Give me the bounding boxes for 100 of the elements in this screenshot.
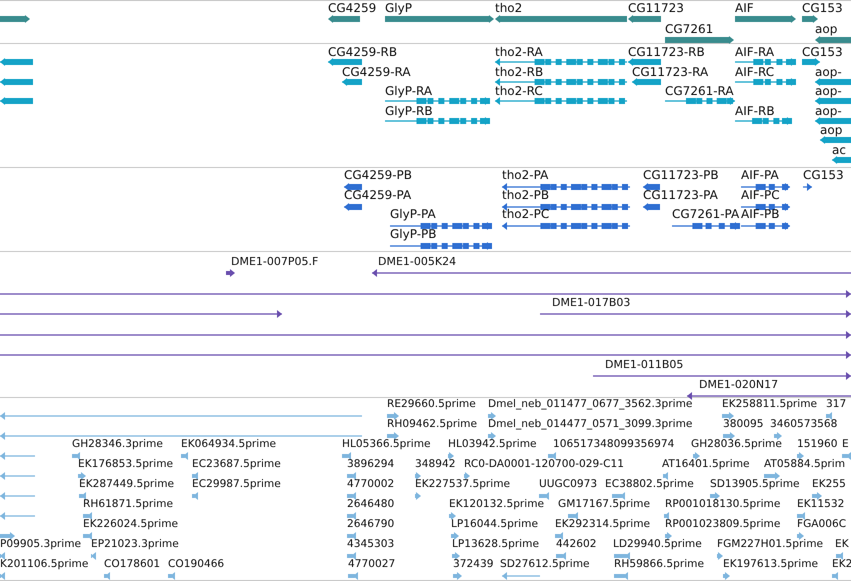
transcript-label: aop [820, 124, 842, 136]
est-label: GH28346.3prime [72, 439, 163, 450]
transcript-label: CG7261-RA [665, 85, 734, 98]
transcript-label: AIF-RA [735, 46, 774, 58]
est-label: EK176853.5prime [78, 459, 174, 470]
est-label: K201106.5prime [0, 559, 88, 570]
est-label: AT16401.5prime [662, 459, 750, 470]
protein-label: tho2-PB [502, 188, 550, 201]
est-label: E [842, 439, 849, 450]
est-label: EK292314.5prime [555, 519, 650, 530]
est-label: 442602 [556, 539, 596, 550]
est-label: EK11532 [797, 499, 844, 510]
est-label: LD29940.5prime [613, 539, 702, 550]
est-label: SD27612.5prime [500, 559, 590, 570]
est-label: AT05884.5prim [764, 459, 846, 470]
est-label: 380095 [723, 419, 764, 430]
transcript-label: AIF-RC [735, 66, 774, 78]
est-label: EK258811.5prime [722, 399, 818, 410]
est-label: EP21023.3prime [91, 539, 179, 550]
gene-label: CG4259 [328, 2, 376, 14]
est-label: EK287449.5prime [79, 479, 174, 490]
clone-label: DME1-011B05 [605, 358, 684, 370]
est-label: 3896294 [347, 459, 394, 470]
protein-label: AIF-PA [741, 169, 779, 181]
transcript-label: aop- [815, 66, 842, 78]
est-label: SD13905.5prime [710, 479, 800, 490]
est-label: 4770027 [348, 559, 396, 570]
est-label: RH61871.5prime [83, 499, 173, 510]
clone-label: DME1-017B03 [552, 297, 630, 308]
protein-label: GlyP-PA [390, 208, 436, 220]
est-label: P09905.3prime [0, 539, 82, 550]
est-label: EK [835, 539, 849, 550]
protein-label: CG7261-PA [672, 208, 740, 220]
protein-label: AIF-PB [741, 208, 780, 220]
est-label: CO190466 [168, 559, 224, 570]
gene-label: CG11723 [628, 2, 684, 14]
est-label: EK2 [832, 559, 851, 570]
est-label: 2646790 [347, 519, 394, 530]
gene-label: AIF [735, 2, 754, 14]
transcript-label: ac [832, 144, 846, 156]
protein-label: tho2-PC [502, 208, 550, 220]
est-label: RP001018130.5prime [665, 499, 780, 510]
est-label: RE29660.5prime [387, 399, 476, 410]
gene-label: GlyP [385, 2, 412, 14]
protein-label: CG11723-PB [643, 169, 719, 181]
gene-label: CG153 [802, 2, 843, 14]
est-label: 3460573568 [770, 419, 838, 430]
est-label: 151960 [797, 439, 838, 450]
gene-label: aop [815, 23, 838, 35]
est-label: 4770002 [347, 479, 394, 490]
est-label: FGM227H01.5prime [717, 539, 824, 550]
gene-label: tho2 [495, 2, 522, 14]
protein-label: CG4259-PA [344, 188, 412, 201]
transcript-label: aop- [815, 104, 842, 117]
est-label: RP001023809.5prime [665, 519, 780, 530]
est-label: HL05366.5prime [342, 439, 431, 450]
est-label: FGA006C [797, 519, 846, 530]
est-label: EK226024.5prime [83, 519, 178, 530]
clone-label: DME1-007P05.F [231, 256, 318, 267]
transcript-label: CG4259-RB [328, 46, 398, 58]
est-label: RC0-DA0001-120700-029-C11 [464, 459, 624, 470]
est-label: RH59866.5prime [614, 559, 704, 570]
protein-label: AIF-PC [741, 188, 780, 201]
transcript-label: GlyP-RA [385, 85, 432, 98]
est-label: EC29987.5prime [192, 479, 281, 490]
clone-label: DME1-020N17 [699, 379, 778, 390]
est-label: EK120132.5prime [449, 499, 544, 510]
protein-label: CG11723-PA [643, 188, 718, 201]
est-label: EC38802.5prime [605, 479, 694, 490]
est-label: 317 [826, 399, 846, 410]
est-label: LP16044.5prime [451, 519, 538, 530]
protein-label: CG4259-PB [344, 169, 412, 181]
protein-label: GlyP-PB [390, 228, 437, 240]
est-label: EC23687.5prime [192, 459, 281, 470]
clone-label: DME1-005K24 [378, 256, 456, 267]
transcript-label: CG11723-RA [632, 66, 708, 78]
est-label: EK227537.5prime [415, 479, 510, 490]
est-label: CO178601 [104, 559, 160, 570]
est-label: Dmel_neb_011477_0677_3562.3prime [488, 399, 692, 410]
protein-label: tho2-PA [502, 169, 548, 181]
est-label: UUGC0973 [539, 479, 598, 490]
est-label: EK064934.5prime [181, 439, 276, 450]
transcript-label: aop- [815, 85, 842, 98]
est-label: 348942 [415, 459, 456, 470]
est-label: 2646480 [347, 499, 394, 510]
est-label: GM17167.5prime [558, 499, 650, 510]
est-label: LP13628.5prime [452, 539, 539, 550]
transcript-label: tho2-RB [495, 66, 544, 78]
est-label: HL03942.5prime [448, 439, 537, 450]
est-label: RH09462.5prime [387, 419, 477, 430]
est-label: 372439 [453, 559, 494, 570]
transcript-label: CG153 [802, 46, 843, 58]
est-label: 106517348099356974 [553, 439, 674, 450]
transcript-label: CG11723-RB [628, 46, 705, 58]
transcript-label: CG4259-RA [342, 66, 411, 78]
gene-label: CG7261 [665, 23, 714, 35]
protein-label: CG153 [803, 169, 844, 181]
est-label: Dmel_neb_014477_0571_3099.3prime [488, 419, 692, 430]
est-label: GH28036.5prime [691, 439, 782, 450]
transcript-label: tho2-RA [495, 46, 543, 58]
